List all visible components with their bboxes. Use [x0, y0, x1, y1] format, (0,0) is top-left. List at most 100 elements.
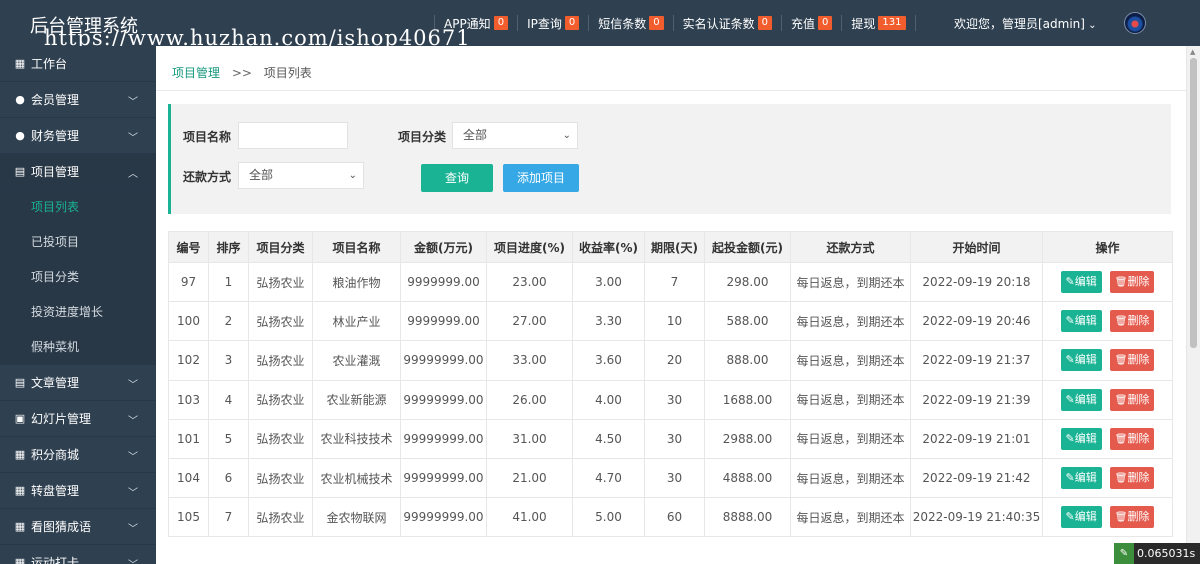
edit-button[interactable]: ✎编辑	[1060, 349, 1102, 372]
select-value: 全部	[249, 168, 274, 182]
table-cell: 每日返息，到期还本	[790, 301, 911, 342]
chevron-down-icon: ﹀	[128, 524, 138, 535]
sidebar-subitem-progress-growth[interactable]: 投资进度增长	[0, 295, 156, 330]
table-cell: 1688.00	[704, 379, 791, 420]
user-menu[interactable]: 欢迎您，管理员[admin] ⌄	[954, 15, 1097, 32]
sidebar-subitem-project-categories[interactable]: 项目分类	[0, 260, 156, 295]
edit-label: 编辑	[1074, 275, 1097, 289]
table-cell: 30	[644, 418, 705, 459]
table-cell: 7	[208, 497, 249, 538]
sidebar-item-articles[interactable]: ▤ 文章管理 ﹀	[0, 365, 156, 401]
nav-label: 实名认证条数	[682, 16, 755, 31]
table-cell: 100	[168, 301, 209, 342]
project-name-input[interactable]	[238, 122, 348, 149]
edit-icon: ✎	[1065, 314, 1075, 328]
nav-sms-count[interactable]: 短信条数 0	[588, 15, 672, 31]
column-header: 项目名称	[312, 231, 401, 263]
edit-button[interactable]: ✎编辑	[1060, 388, 1102, 411]
edit-button[interactable]: ✎编辑	[1060, 310, 1102, 333]
sidebar-subitem-fake-planter[interactable]: 假种菜机	[0, 330, 156, 365]
table-cell: 104	[168, 457, 209, 499]
table-cell: 2022-09-19 21:01	[910, 418, 1043, 459]
sidebar-item-label: 文章管理	[31, 376, 80, 390]
column-header: 还款方式	[790, 231, 911, 263]
nav-withdraw[interactable]: 提现 131	[841, 15, 916, 31]
project-name-label: 项目名称	[183, 130, 232, 144]
table-cell: 农业科技技术	[312, 418, 401, 459]
repay-method-select[interactable]: 全部 ⌄	[238, 162, 364, 189]
nav-verification-count[interactable]: 实名认证条数 0	[672, 15, 781, 31]
edit-button[interactable]: ✎编辑	[1060, 271, 1102, 294]
sidebar-item-finance[interactable]: ● 财务管理 ﹀	[0, 118, 156, 154]
trash-icon: 🗑	[1114, 512, 1128, 524]
nav-ip-query[interactable]: IP查询 0	[517, 15, 588, 31]
table-cell: 2022-09-19 21:42	[910, 457, 1043, 499]
table-cell: 99999999.00	[400, 457, 487, 499]
trash-icon: 🗑	[1114, 433, 1128, 445]
trace-icon: ✎	[1114, 543, 1134, 564]
table-cell: 弘扬农业	[248, 418, 313, 459]
edit-button[interactable]: ✎编辑	[1060, 427, 1102, 450]
sidebar-item-idiom-game[interactable]: ▦ 看图猜成语 ﹀	[0, 509, 156, 545]
query-button[interactable]: 查询	[421, 164, 493, 192]
edit-button[interactable]: ✎编辑	[1060, 506, 1102, 529]
member-icon: ●	[15, 93, 25, 106]
sidebar-item-label: 项目管理	[31, 165, 80, 179]
edit-icon: ✎	[1065, 353, 1075, 367]
table-header-row: 编号 排序 项目分类 项目名称 金额(万元) 项目进度(%) 收益率(%) 期限(天) 起投金额…	[168, 231, 1173, 263]
table-cell: 99999999.00	[400, 497, 487, 538]
avatar[interactable]	[1124, 12, 1146, 34]
edit-label: 编辑	[1074, 314, 1097, 328]
sidebar-item-wheel[interactable]: ▦ 转盘管理 ﹀	[0, 473, 156, 509]
sidebar-item-slides[interactable]: ▣ 幻灯片管理 ﹀	[0, 401, 156, 437]
scroll-thumb[interactable]	[1190, 58, 1197, 348]
table-cell: 4.70	[572, 457, 645, 499]
table-cell: 99999999.00	[400, 379, 487, 420]
column-header: 期限(天)	[644, 231, 705, 263]
edit-button[interactable]: ✎编辑	[1060, 467, 1102, 490]
count-badge: 0	[757, 16, 772, 30]
project-table: 编号 排序 项目分类 项目名称 金额(万元) 项目进度(%) 收益率(%) 期限(天) 起投金额…	[168, 231, 1173, 538]
scroll-up-icon[interactable]: ▲	[1190, 48, 1195, 56]
sidebar-item-sport-checkin[interactable]: ▦ 运动打卡 ﹀	[0, 545, 156, 564]
table-cell: 每日返息，到期还本	[790, 457, 911, 499]
table-cell: 9999999.00	[400, 261, 487, 303]
nav-label: 短信条数	[598, 16, 647, 31]
project-category-select[interactable]: 全部 ⌄	[452, 122, 578, 149]
delete-button[interactable]: 🗑删除	[1109, 506, 1155, 529]
delete-button[interactable]: 🗑删除	[1109, 427, 1155, 450]
page-timer: ✎ 0.065031s	[1114, 543, 1200, 564]
sidebar-item-members[interactable]: ● 会员管理 ﹀	[0, 82, 156, 118]
table-cell: 1	[208, 261, 249, 303]
table-cell: 99999999.00	[400, 340, 487, 381]
sidebar-subitem-project-list[interactable]: 项目列表	[0, 190, 156, 225]
welcome-text: 欢迎您，管理员[admin]	[954, 17, 1085, 31]
delete-button[interactable]: 🗑删除	[1109, 310, 1155, 333]
table-cell: 4.00	[572, 379, 645, 420]
sidebar-item-label: 运动打卡	[31, 556, 80, 564]
nav-recharge[interactable]: 充值 0	[781, 15, 841, 31]
sidebar-item-projects[interactable]: ▤ 项目管理 ︿	[0, 154, 156, 190]
delete-button[interactable]: 🗑删除	[1109, 467, 1155, 490]
breadcrumb-parent[interactable]: 项目管理	[172, 66, 220, 80]
add-project-button[interactable]: 添加项目	[503, 164, 579, 192]
delete-label: 删除	[1127, 510, 1150, 524]
sidebar-item-points-mall[interactable]: ▦ 积分商城 ﹀	[0, 437, 156, 473]
sidebar-subitem-invested-projects[interactable]: 已投项目	[0, 225, 156, 260]
table-cell: 588.00	[704, 301, 791, 342]
table-cell: 2988.00	[704, 418, 791, 459]
table-cell: 5.00	[572, 497, 645, 538]
delete-button[interactable]: 🗑删除	[1109, 388, 1155, 411]
delete-button[interactable]: 🗑删除	[1109, 271, 1155, 294]
nav-app-notice[interactable]: APP通知 0	[434, 15, 517, 31]
delete-button[interactable]: 🗑删除	[1109, 349, 1155, 372]
table-cell: 2022-09-19 20:18	[910, 261, 1043, 303]
sidebar-item-dashboard[interactable]: ▦ 工作台	[0, 46, 156, 82]
table-cell: 102	[168, 340, 209, 381]
page-scrollbar[interactable]: ▲	[1186, 46, 1200, 564]
table-cell: 3.30	[572, 301, 645, 342]
column-header: 项目进度(%)	[486, 231, 573, 263]
breadcrumb-separator: >>	[231, 66, 252, 80]
timer-value: 0.065031s	[1137, 547, 1196, 560]
column-header: 收益率(%)	[572, 231, 645, 263]
